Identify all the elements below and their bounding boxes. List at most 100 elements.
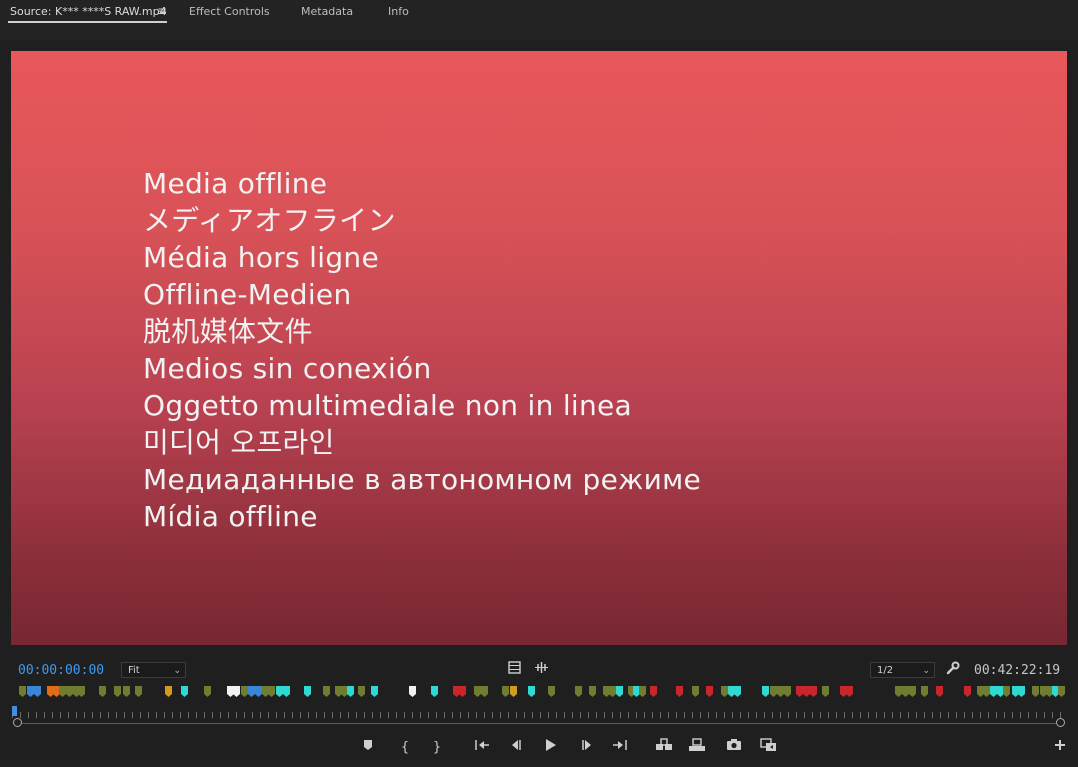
clip-marker[interactable] xyxy=(777,686,784,697)
clip-marker[interactable] xyxy=(1052,686,1059,697)
mark-in-icon[interactable]: { xyxy=(395,738,415,758)
zoom-select[interactable]: Fit ⌄ xyxy=(121,662,186,678)
overwrite-icon[interactable] xyxy=(687,738,707,758)
add-button-icon[interactable] xyxy=(1050,738,1070,758)
clip-marker[interactable] xyxy=(283,686,290,697)
clip-marker[interactable] xyxy=(323,686,330,697)
clip-marker[interactable] xyxy=(181,686,188,697)
marker-strip[interactable] xyxy=(0,684,1078,700)
hamburger-menu-icon[interactable]: ≡ xyxy=(157,4,167,18)
tab-info[interactable]: Info xyxy=(388,5,409,18)
clip-marker[interactable] xyxy=(19,686,26,697)
clip-marker[interactable] xyxy=(510,686,517,697)
clip-marker[interactable] xyxy=(639,686,646,697)
clip-marker[interactable] xyxy=(734,686,741,697)
clip-marker[interactable] xyxy=(114,686,121,697)
clip-marker[interactable] xyxy=(990,686,997,697)
multicam-icon[interactable] xyxy=(759,738,779,758)
clip-marker[interactable] xyxy=(997,686,1004,697)
clip-marker[interactable] xyxy=(481,686,488,697)
clip-marker[interactable] xyxy=(728,686,735,697)
clip-marker[interactable] xyxy=(78,686,85,697)
audio-waveform-icon[interactable] xyxy=(534,661,549,678)
clip-marker[interactable] xyxy=(810,686,817,697)
clip-marker[interactable] xyxy=(335,686,342,697)
clip-marker[interactable] xyxy=(255,686,262,697)
clip-marker[interactable] xyxy=(1046,686,1053,697)
tab-source[interactable]: Source: K*** ****S RAW.mp4 xyxy=(10,5,167,18)
mark-out-icon[interactable]: } xyxy=(427,738,447,758)
clip-marker[interactable] xyxy=(123,686,130,697)
add-marker-icon[interactable] xyxy=(358,738,378,758)
clip-marker[interactable] xyxy=(358,686,365,697)
clip-marker[interactable] xyxy=(248,686,255,697)
clip-marker[interactable] xyxy=(840,686,847,697)
clip-marker[interactable] xyxy=(770,686,777,697)
clip-marker[interactable] xyxy=(241,686,248,697)
clip-marker[interactable] xyxy=(227,686,234,697)
clip-marker[interactable] xyxy=(135,686,142,697)
tab-metadata[interactable]: Metadata xyxy=(301,5,353,18)
clip-marker[interactable] xyxy=(575,686,582,697)
clip-marker[interactable] xyxy=(474,686,481,697)
clip-marker[interactable] xyxy=(431,686,438,697)
clip-marker[interactable] xyxy=(964,686,971,697)
clip-marker[interactable] xyxy=(99,686,106,697)
step-back-icon[interactable] xyxy=(506,738,526,758)
clip-marker[interactable] xyxy=(822,686,829,697)
clip-marker[interactable] xyxy=(502,686,509,697)
time-ruler[interactable] xyxy=(12,706,1066,720)
zoom-scrollbar[interactable] xyxy=(13,718,1065,727)
clip-marker[interactable] xyxy=(784,686,791,697)
clip-marker[interactable] xyxy=(268,686,275,697)
clip-marker[interactable] xyxy=(528,686,535,697)
clip-marker[interactable] xyxy=(977,686,984,697)
clip-marker[interactable] xyxy=(895,686,902,697)
clip-marker[interactable] xyxy=(276,686,283,697)
clip-marker[interactable] xyxy=(983,686,990,697)
clip-marker[interactable] xyxy=(304,686,311,697)
clip-marker[interactable] xyxy=(1003,686,1010,697)
tab-effect-controls[interactable]: Effect Controls xyxy=(189,5,270,18)
clip-marker[interactable] xyxy=(796,686,803,697)
playhead[interactable] xyxy=(12,706,17,716)
clip-marker[interactable] xyxy=(371,686,378,697)
clip-marker[interactable] xyxy=(616,686,623,697)
step-forward-icon[interactable] xyxy=(577,738,597,758)
clip-marker[interactable] xyxy=(676,686,683,697)
clip-marker[interactable] xyxy=(459,686,466,697)
clip-marker[interactable] xyxy=(47,686,54,697)
clip-marker[interactable] xyxy=(233,686,240,697)
clip-marker[interactable] xyxy=(603,686,610,697)
clip-marker[interactable] xyxy=(1058,686,1065,697)
export-frame-icon[interactable] xyxy=(724,738,744,758)
clip-marker[interactable] xyxy=(27,686,34,697)
clip-marker[interactable] xyxy=(609,686,616,697)
clip-marker[interactable] xyxy=(548,686,555,697)
clip-marker[interactable] xyxy=(53,686,60,697)
insert-icon[interactable] xyxy=(654,738,674,758)
clip-marker[interactable] xyxy=(650,686,657,697)
clip-marker[interactable] xyxy=(721,686,728,697)
clip-marker[interactable] xyxy=(762,686,769,697)
clip-marker[interactable] xyxy=(66,686,73,697)
clip-marker[interactable] xyxy=(347,686,354,697)
clip-marker[interactable] xyxy=(262,686,269,697)
clip-marker[interactable] xyxy=(1040,686,1047,697)
clip-marker[interactable] xyxy=(341,686,348,697)
clip-marker[interactable] xyxy=(692,686,699,697)
go-to-out-icon[interactable] xyxy=(610,738,630,758)
clip-marker[interactable] xyxy=(165,686,172,697)
clip-marker[interactable] xyxy=(803,686,810,697)
clip-marker[interactable] xyxy=(204,686,211,697)
clip-marker[interactable] xyxy=(902,686,909,697)
play-icon[interactable] xyxy=(540,738,560,758)
clip-marker[interactable] xyxy=(1032,686,1039,697)
clip-marker[interactable] xyxy=(34,686,41,697)
clip-marker[interactable] xyxy=(706,686,713,697)
scrollbar-right-handle[interactable] xyxy=(1056,718,1065,727)
scrollbar-left-handle[interactable] xyxy=(13,718,22,727)
clip-marker[interactable] xyxy=(921,686,928,697)
clip-marker[interactable] xyxy=(1018,686,1025,697)
clip-marker[interactable] xyxy=(909,686,916,697)
